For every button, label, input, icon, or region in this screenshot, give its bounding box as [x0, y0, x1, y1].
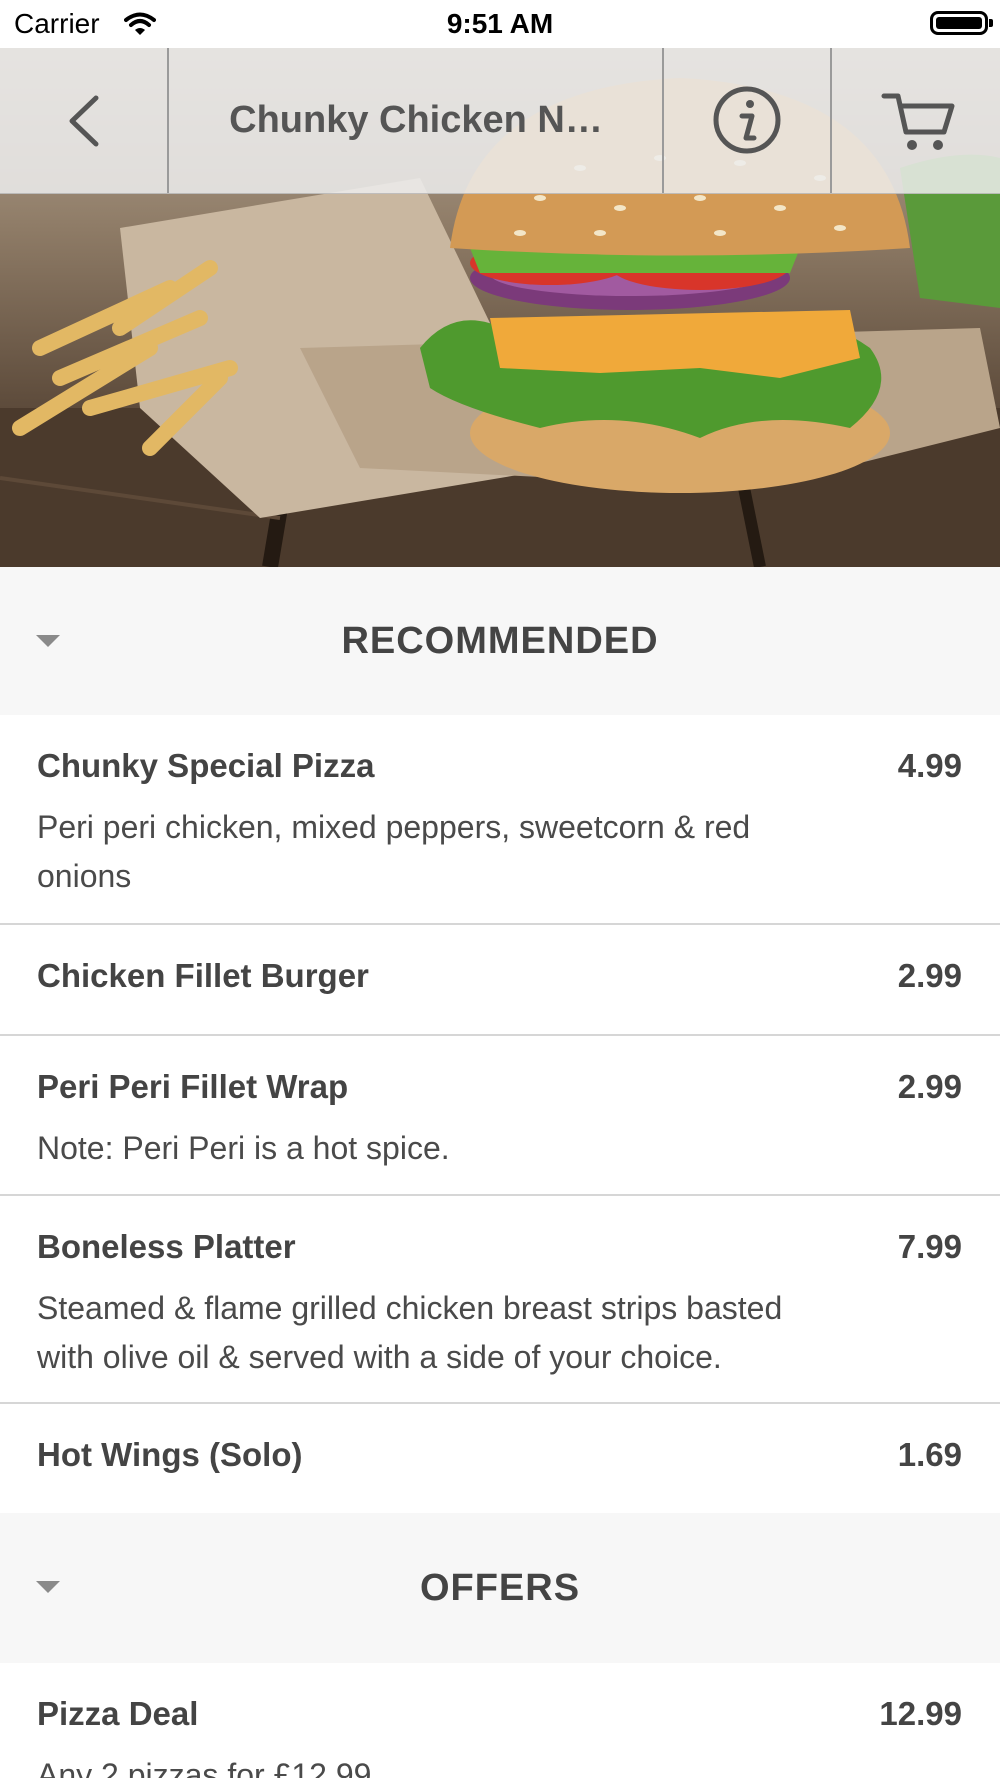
- item-price: 12.99: [879, 1695, 962, 1732]
- item-description: Note: Peri Peri is a hot spice.: [37, 1130, 450, 1166]
- menu-item[interactable]: Boneless Platter 7.99 Steamed & flame gr…: [0, 1196, 1000, 1404]
- item-name: Peri Peri Fillet Wrap: [37, 1068, 349, 1105]
- page-title: Chunky Chicken N…: [229, 99, 603, 141]
- menu-item[interactable]: Chunky Special Pizza 4.99 Peri peri chic…: [0, 715, 1000, 925]
- back-button[interactable]: [0, 48, 168, 193]
- item-price: 2.99: [897, 1068, 962, 1105]
- menu-item[interactable]: Peri Peri Fillet Wrap 2.99 Note: Peri Pe…: [0, 1036, 1000, 1196]
- item-name: Boneless Platter: [37, 1228, 296, 1265]
- cart-icon: [881, 93, 955, 150]
- chevron-left-icon: [69, 95, 99, 147]
- item-name: Chunky Special Pizza: [37, 747, 375, 784]
- section-header-recommended[interactable]: RECOMMENDED: [0, 567, 1000, 715]
- nav-bar: Chunky Chicken N…: [0, 48, 1000, 194]
- nav-divider: [167, 48, 169, 193]
- menu-item[interactable]: Chicken Fillet Burger 2.99: [0, 925, 1000, 1036]
- info-button[interactable]: [664, 48, 830, 193]
- status-bar: Carrier 9:51 AM: [0, 0, 1000, 48]
- item-price: 2.99: [897, 957, 962, 994]
- info-icon: [713, 86, 781, 154]
- section-header-offers[interactable]: OFFERS: [0, 1513, 1000, 1663]
- menu-item[interactable]: Pizza Deal 12.99 Any 2 pizzas for £12.99: [0, 1663, 1000, 1778]
- item-description: Steamed & flame grilled chicken breast s…: [37, 1290, 783, 1375]
- item-name: Hot Wings (Solo): [37, 1436, 303, 1473]
- item-price: 7.99: [897, 1228, 962, 1265]
- item-name: Chicken Fillet Burger: [37, 957, 369, 994]
- item-price: 4.99: [897, 747, 962, 784]
- cart-button[interactable]: [832, 48, 1000, 193]
- item-name: Pizza Deal: [37, 1695, 199, 1732]
- clock: 9:51 AM: [446, 8, 554, 39]
- item-description: Any 2 pizzas for £12.99: [37, 1757, 372, 1778]
- battery-icon: [930, 11, 993, 35]
- section-title: RECOMMENDED: [341, 620, 659, 662]
- item-price: 1.69: [897, 1436, 962, 1473]
- item-description: Peri peri chicken, mixed peppers, sweetc…: [37, 809, 751, 894]
- menu-item[interactable]: Hot Wings (Solo) 1.69: [0, 1404, 1000, 1513]
- section-title: OFFERS: [419, 1567, 581, 1609]
